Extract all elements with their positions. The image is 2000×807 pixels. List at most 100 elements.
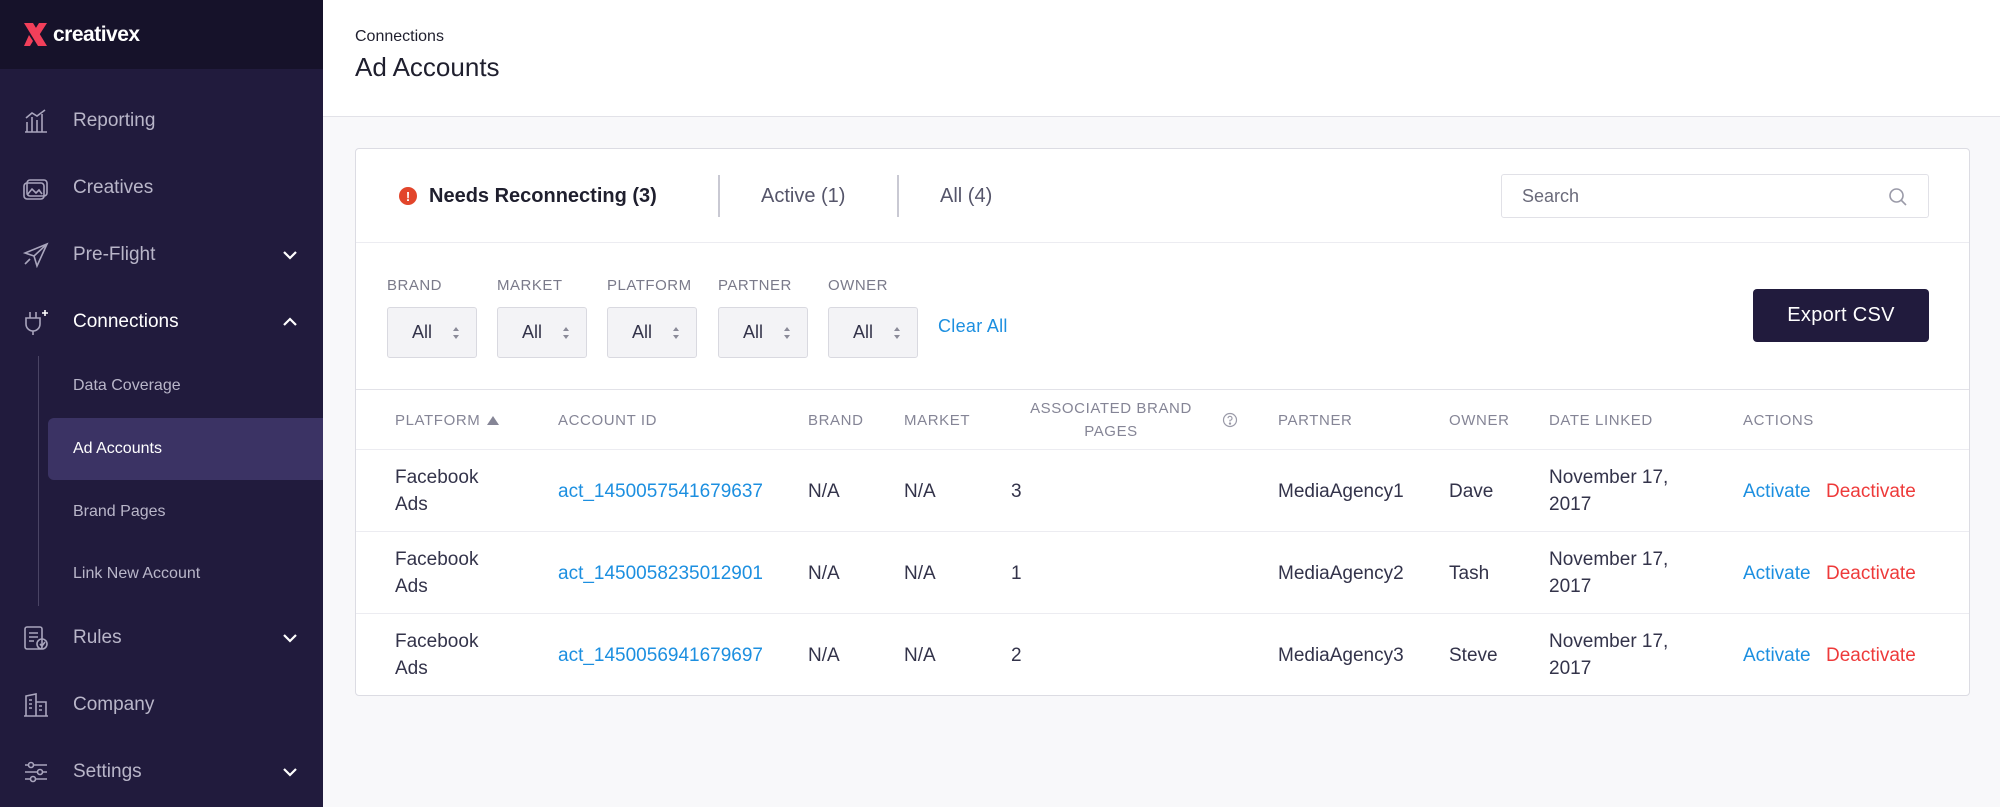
accounts-table: PLATFORM ACCOUNT ID BRAND MARKET ASSOCIA… — [356, 389, 1969, 679]
sidebar-item-reporting[interactable]: Reporting — [0, 91, 323, 151]
column-header-market[interactable]: MARKET — [904, 390, 970, 450]
cell-owner: Tash — [1449, 562, 1490, 584]
sidebar-item-settings[interactable]: Settings — [0, 742, 323, 802]
filter-market: MARKET All — [497, 277, 587, 358]
column-header-actions: ACTIONS — [1743, 411, 1814, 429]
column-header-platform[interactable]: PLATFORM — [395, 390, 500, 450]
select-value: All — [743, 322, 764, 342]
breadcrumb[interactable]: Connections — [355, 28, 444, 46]
partner-select[interactable]: All — [718, 307, 808, 358]
sidebar-item-rules[interactable]: Rules — [0, 608, 323, 668]
paper-plane-icon — [22, 241, 50, 269]
activate-button[interactable]: Activate — [1743, 532, 1811, 614]
sidebar-item-label: Settings — [73, 761, 142, 782]
cell-partner: MediaAgency3 — [1278, 644, 1404, 666]
account-id-link[interactable]: act_1450057541679637 — [558, 450, 763, 532]
platform-select[interactable]: All — [607, 307, 697, 358]
sidebar-subitem-ad-accounts[interactable]: Ad Accounts — [48, 418, 323, 480]
filter-brand: BRAND All — [387, 277, 477, 358]
chevron-down-icon — [281, 246, 299, 264]
building-icon — [22, 691, 50, 719]
column-header-date-linked[interactable]: DATE LINKED — [1549, 390, 1653, 450]
submenu-guide-line — [38, 356, 39, 606]
sidebar-item-creatives[interactable]: Creatives — [0, 158, 323, 218]
sidebar-item-company[interactable]: Company — [0, 675, 323, 735]
sidebar: creativex Reporting Creatives Pre-Flight… — [0, 0, 323, 807]
select-value: All — [632, 322, 653, 342]
status-tabs: ! Needs Reconnecting (3) Active (1) All … — [356, 149, 1969, 243]
filter-partner: PARTNER All — [718, 277, 808, 358]
column-header-partner[interactable]: PARTNER — [1278, 390, 1353, 450]
sidebar-item-connections[interactable]: Connections — [0, 292, 323, 352]
column-header-brand[interactable]: BRAND — [808, 390, 864, 450]
select-arrows-icon — [784, 327, 790, 339]
cell-brand: N/A — [808, 480, 840, 502]
table-header: PLATFORM ACCOUNT ID BRAND MARKET ASSOCIA… — [356, 390, 1969, 450]
creatives-icon — [22, 174, 50, 202]
clear-all-link[interactable]: Clear All — [938, 316, 1008, 337]
cell-platform: Facebook Ads — [395, 467, 479, 515]
cell-brand-pages: 3 — [1011, 480, 1022, 502]
chevron-down-icon — [281, 629, 299, 647]
help-icon[interactable] — [1222, 390, 1238, 450]
cell-partner: MediaAgency1 — [1278, 480, 1404, 502]
sidebar-item-label: Pre-Flight — [73, 244, 156, 265]
column-header-associated-brand-pages[interactable]: ASSOCIATED BRAND PAGES — [1011, 390, 1211, 450]
select-arrows-icon — [673, 327, 679, 339]
filter-label: PARTNER — [718, 277, 792, 294]
owner-select[interactable]: All — [828, 307, 918, 358]
tab-active[interactable]: Active (1) — [761, 149, 845, 243]
select-arrows-icon — [563, 327, 569, 339]
account-id-link[interactable]: act_1450058235012901 — [558, 532, 763, 614]
cell-owner: Dave — [1449, 480, 1494, 502]
cell-date-linked: November 17, 2017 — [1549, 549, 1669, 597]
cell-market: N/A — [904, 644, 936, 666]
activate-button[interactable]: Activate — [1743, 614, 1811, 696]
sort-ascending-icon — [487, 416, 500, 425]
search-input[interactable] — [1522, 185, 1882, 207]
cell-brand: N/A — [808, 562, 840, 584]
tab-needs-reconnecting[interactable]: ! Needs Reconnecting (3) — [399, 149, 657, 243]
page-header: Connections Ad Accounts — [323, 0, 2000, 117]
table-row: Facebook Ads act_1450058235012901 N/A N/… — [356, 532, 1969, 614]
ad-accounts-card: ! Needs Reconnecting (3) Active (1) All … — [355, 148, 1970, 696]
cell-brand: N/A — [808, 644, 840, 666]
sidebar-subitem-brand-pages[interactable]: Brand Pages — [48, 481, 323, 543]
table-row: Facebook Ads act_1450057541679637 N/A N/… — [356, 450, 1969, 532]
sidebar-item-label: Company — [73, 694, 155, 715]
select-value: All — [853, 322, 874, 342]
column-header-owner[interactable]: OWNER — [1449, 390, 1510, 450]
select-arrows-icon — [894, 327, 900, 339]
deactivate-button[interactable]: Deactivate — [1826, 532, 1916, 614]
market-select[interactable]: All — [497, 307, 587, 358]
sidebar-item-label: Connections — [73, 311, 179, 332]
activate-button[interactable]: Activate — [1743, 450, 1811, 532]
column-header-account-id[interactable]: ACCOUNT ID — [558, 390, 657, 450]
chevron-up-icon — [281, 313, 299, 331]
chevron-down-icon — [281, 763, 299, 781]
deactivate-button[interactable]: Deactivate — [1826, 450, 1916, 532]
search-icon[interactable] — [1888, 187, 1908, 207]
sidebar-item-pre-flight[interactable]: Pre-Flight — [0, 225, 323, 285]
export-csv-button[interactable]: Export CSV — [1753, 289, 1929, 342]
deactivate-button[interactable]: Deactivate — [1826, 614, 1916, 696]
filter-label: BRAND — [387, 277, 443, 294]
sliders-icon — [22, 758, 50, 786]
sidebar-item-label: Reporting — [73, 110, 156, 131]
sidebar-subitem-data-coverage[interactable]: Data Coverage — [48, 355, 323, 417]
brand-select[interactable]: All — [387, 307, 477, 358]
account-id-link[interactable]: act_1450056941679697 — [558, 614, 763, 696]
rules-icon — [22, 624, 50, 652]
sidebar-subitem-link-new-account[interactable]: Link New Account — [48, 543, 323, 605]
cell-platform: Facebook Ads — [395, 631, 479, 679]
cell-partner: MediaAgency2 — [1278, 562, 1404, 584]
search-box[interactable] — [1501, 174, 1929, 218]
sidebar-item-label: Creatives — [73, 177, 154, 198]
cell-owner: Steve — [1449, 644, 1498, 666]
tab-divider — [897, 175, 899, 217]
tab-all[interactable]: All (4) — [940, 149, 992, 243]
select-value: All — [412, 322, 433, 342]
sidebar-item-label: Rules — [73, 627, 122, 648]
logo[interactable]: creativex — [0, 0, 323, 69]
cell-brand-pages: 1 — [1011, 562, 1022, 584]
